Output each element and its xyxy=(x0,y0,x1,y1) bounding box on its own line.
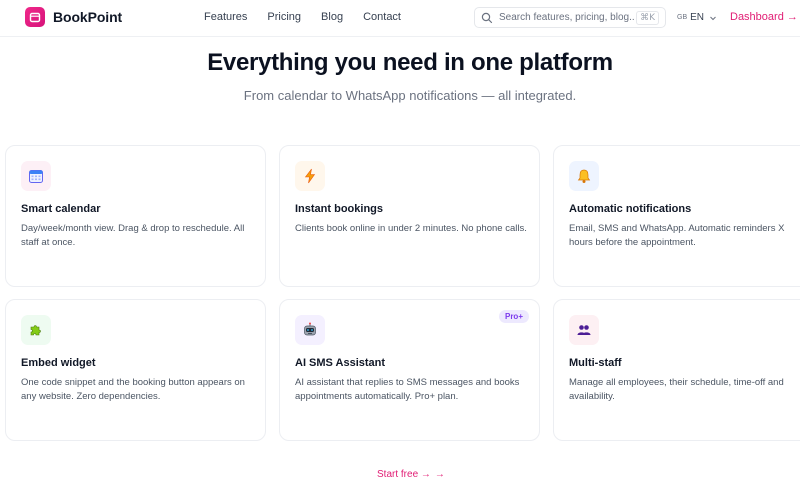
feature-title: Multi-staff xyxy=(569,357,622,369)
feature-description: Day/week/month view. Drag & drop to resc… xyxy=(21,223,245,248)
puzzle-icon xyxy=(21,315,51,345)
page-subtitle: From calendar to WhatsApp notifications … xyxy=(243,88,577,103)
nav-blog[interactable]: Blog xyxy=(321,11,343,23)
feature-title: Smart calendar xyxy=(21,203,101,215)
chevron-down-icon xyxy=(710,16,716,20)
robot-icon xyxy=(295,315,325,345)
start-free-label: Start free → xyxy=(377,469,431,480)
dashboard-link[interactable]: Dashboard → xyxy=(730,11,798,23)
feature-card-automatic-notifications: Automatic notifications Email, SMS and W… xyxy=(553,145,800,287)
feature-description: One code snippet and the booking button … xyxy=(21,377,245,402)
feature-card-multi-staff: Multi-staff Manage all employees, their … xyxy=(553,299,800,441)
people-icon xyxy=(569,315,599,345)
nav-contact[interactable]: Contact xyxy=(363,11,401,23)
nav-pricing[interactable]: Pricing xyxy=(267,11,301,23)
feature-description: Manage all employees, their schedule, ti… xyxy=(569,377,784,402)
search-shortcut: ⌘K xyxy=(636,10,659,25)
brand-logo[interactable]: BookPoint xyxy=(25,7,122,27)
feature-description: Clients book online in under 2 minutes. … xyxy=(295,223,527,234)
feature-card-embed-widget: Embed widget One code snippet and the bo… xyxy=(5,299,266,441)
feature-title: Automatic notifications xyxy=(569,203,692,215)
feature-card-instant-bookings: Instant bookings Clients book online in … xyxy=(279,145,540,287)
feature-card-smart-calendar: Smart calendar Day/week/month view. Drag… xyxy=(5,145,266,287)
search-box[interactable]: ⌘K xyxy=(474,7,666,28)
feature-description: Email, SMS and WhatsApp. Automatic remin… xyxy=(569,223,785,248)
start-free-link[interactable]: Start free → → xyxy=(377,469,445,480)
top-navbar: BookPoint Features Pricing Blog Contact … xyxy=(0,0,800,37)
feature-title: AI SMS Assistant xyxy=(295,357,386,369)
search-icon xyxy=(481,12,493,23)
feature-title: Instant bookings xyxy=(295,203,383,215)
page-title: Everything you need in one platform xyxy=(207,49,613,76)
main-nav: Features Pricing Blog Contact xyxy=(204,11,401,23)
language-code: EN xyxy=(690,12,705,23)
calendar-logo-icon xyxy=(25,7,45,27)
pro-plus-badge: Pro+ xyxy=(498,310,529,323)
lightning-icon xyxy=(295,161,325,191)
feature-title: Embed widget xyxy=(21,357,96,369)
arrow-right-icon: → xyxy=(434,469,445,480)
feature-description: AI assistant that replies to SMS message… xyxy=(295,377,520,402)
gb-flag-icon: GB xyxy=(677,14,688,21)
calendar-icon xyxy=(21,161,51,191)
feature-card-ai-sms-assistant: Pro+ AI SMS Assistant AI assistant that … xyxy=(279,299,540,441)
bell-icon xyxy=(569,161,599,191)
brand-name: BookPoint xyxy=(53,9,123,25)
nav-features[interactable]: Features xyxy=(204,11,247,23)
search-input[interactable] xyxy=(499,12,635,23)
language-selector[interactable]: GB EN xyxy=(677,12,717,23)
